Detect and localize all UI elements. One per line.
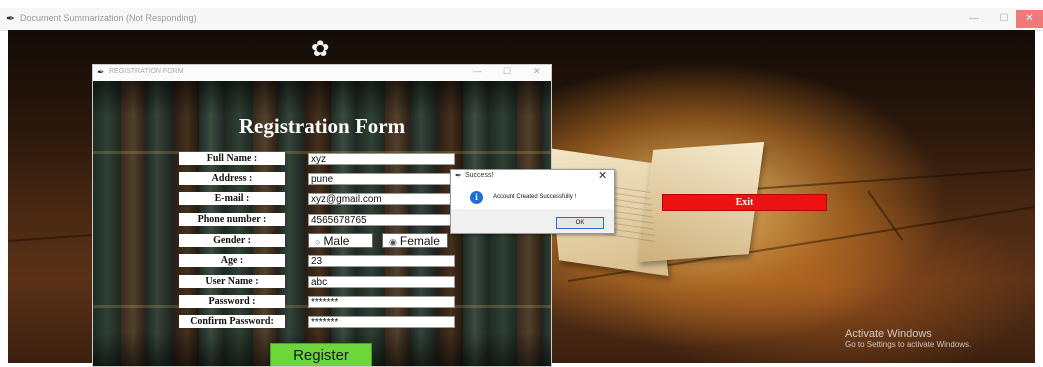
female-label: Female <box>399 234 440 248</box>
label-address: Address : <box>179 172 285 185</box>
form-heading: Registration Form <box>238 114 406 138</box>
maximize-button[interactable]: ☐ <box>990 10 1018 28</box>
gender-male-radio[interactable]: ○ Male <box>308 233 373 248</box>
reg-close-button[interactable]: ✕ <box>533 66 541 77</box>
label-full-name: Full Name : <box>179 152 285 165</box>
age-input[interactable]: 23 <box>308 255 455 267</box>
label-confirm-password: Confirm Password: <box>179 315 285 328</box>
registration-window-title: REGISTRATION FORM <box>109 68 184 75</box>
gender-female-radio[interactable]: ◉ Female <box>382 233 448 248</box>
main-titlebar: ✒ Document Summarization (Not Responding… <box>0 8 1043 31</box>
minimize-button[interactable]: — <box>960 10 988 28</box>
radio-unselected-icon: ○ <box>315 237 321 247</box>
password-input[interactable]: ******* <box>308 296 455 308</box>
ok-button[interactable]: OK <box>556 217 604 229</box>
close-button[interactable]: ✕ <box>1016 10 1043 28</box>
activate-subtitle: Go to Settings to activate Windows. <box>845 340 972 349</box>
phone-input[interactable]: 4565678765 <box>308 214 455 226</box>
label-email: E-mail : <box>179 192 285 205</box>
main-window-title: Document Summarization (Not Responding) <box>20 13 197 23</box>
registration-titlebar: ✒ REGISTRATION FORM — ☐ ✕ <box>93 65 551 81</box>
info-icon: i <box>470 191 483 204</box>
confirm-password-input[interactable]: ******* <box>308 316 455 328</box>
label-username: User Name : <box>179 275 285 288</box>
reg-minimize-button[interactable]: — <box>473 66 482 76</box>
label-gender: Gender : <box>179 234 285 247</box>
success-dialog: ✒ Success! ✕ i Account Created Successfu… <box>450 169 615 234</box>
username-input[interactable]: abc <box>308 276 455 288</box>
label-password: Password : <box>179 295 285 308</box>
dialog-title: Success! <box>465 172 494 179</box>
dialog-close-icon[interactable]: ✕ <box>598 169 607 182</box>
exit-button[interactable]: Exit <box>662 194 827 211</box>
radio-selected-icon: ◉ <box>389 237 397 247</box>
activate-title: Activate Windows <box>845 328 932 340</box>
dialog-feather-icon: ✒ <box>455 171 462 180</box>
app-feather-icon: ✒ <box>6 13 16 25</box>
activate-windows-watermark: Activate Windows Go to Settings to activ… <box>845 328 971 349</box>
address-input[interactable]: pune <box>308 173 455 185</box>
male-label: Male <box>323 234 350 248</box>
register-button[interactable]: Register <box>270 343 372 366</box>
butterfly-icon: ✿ <box>311 36 330 61</box>
full-name-input[interactable]: xyz <box>308 153 455 165</box>
feather-icon: ✒ <box>97 67 105 77</box>
email-input[interactable]: xyz@gmail.com <box>308 193 455 205</box>
label-age: Age : <box>179 254 285 267</box>
label-phone: Phone number : <box>179 213 285 226</box>
dialog-message: Account Created Successfully ! <box>493 194 577 200</box>
reg-maximize-button[interactable]: ☐ <box>503 66 511 77</box>
